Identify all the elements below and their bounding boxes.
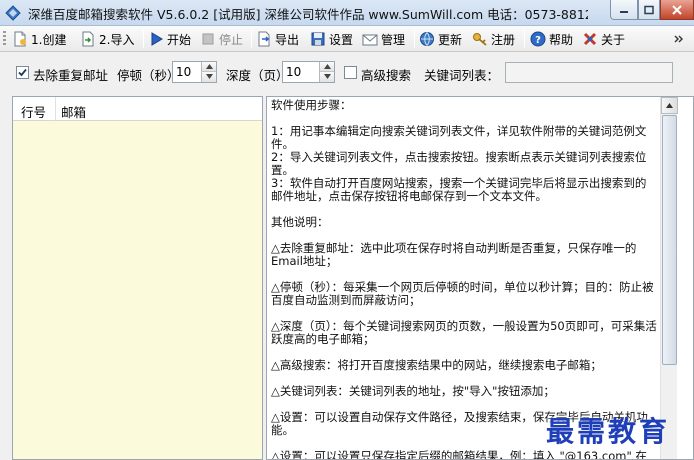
start-label: 开始 xyxy=(167,32,192,47)
arrow-up-icon xyxy=(206,64,213,69)
results-grid[interactable]: 行号 邮箱 xyxy=(12,96,263,460)
close-icon xyxy=(672,4,682,15)
instructions-line: 其他说明： xyxy=(271,215,329,229)
toolbar-separator xyxy=(524,30,525,48)
toolbar-separator xyxy=(414,30,415,48)
save-disk-icon xyxy=(311,32,325,46)
depth-increment[interactable] xyxy=(319,62,334,72)
column-divider[interactable] xyxy=(55,97,56,121)
update-button[interactable]: 更新 xyxy=(419,29,462,49)
toolbar: 1.创建 2.导入 开始 停止 导出 设置 管理 更新 注册 ? 帮助 关于 xyxy=(0,26,694,52)
watermark: 最需教育 xyxy=(528,408,694,460)
settings-label: 设置 xyxy=(329,32,354,47)
dedupe-checkbox[interactable] xyxy=(16,66,29,79)
stop-icon xyxy=(202,33,214,45)
import-label: 2.导入 xyxy=(99,32,135,47)
depth-decrement[interactable] xyxy=(319,72,334,82)
register-button[interactable]: 注册 xyxy=(472,29,515,49)
arrow-down-icon xyxy=(206,74,213,79)
about-button[interactable]: 关于 xyxy=(582,29,625,49)
instructions-line: △停顿（秒）：每采集一个网页后停顿的时间，单位以秒计算；目的：防止被百度自动监测… xyxy=(271,280,654,307)
arrow-up-icon xyxy=(666,103,673,108)
instructions-line: 邮件地址，点击保存按钮将电邮保存到一个文本文件。 xyxy=(271,189,547,203)
export-document-icon xyxy=(258,31,270,47)
instructions-line: △关键词列表：关键词列表的地址，按"导入"按钮添加； xyxy=(271,384,555,398)
dedupe-label: 去除重复邮址 xyxy=(33,68,109,83)
toolbar-separator xyxy=(251,30,252,48)
stop-button[interactable]: 停止 xyxy=(200,29,243,49)
stop-label: 停止 xyxy=(219,32,244,47)
maximize-button[interactable] xyxy=(638,0,660,20)
instructions-line: 2：导入关键词列表文件，点击搜索按钮。搜索断点表示关键词列表搜索位置。 xyxy=(271,150,647,177)
help-button[interactable]: ? 帮助 xyxy=(530,29,573,49)
pause-label: 停顿（秒） xyxy=(117,68,180,83)
instructions-panel[interactable]: 软件使用步骤： 1：用记事本编辑定向搜索关键词列表文件，详见软件附带的关键词范例文… xyxy=(266,96,694,460)
scrollbar-thumb[interactable] xyxy=(662,115,677,365)
instructions-text[interactable]: 软件使用步骤： 1：用记事本编辑定向搜索关键词列表文件，详见软件附带的关键词范例文… xyxy=(271,99,657,460)
help-icon: ? xyxy=(530,31,546,47)
register-label: 注册 xyxy=(491,32,516,47)
close-button[interactable] xyxy=(660,0,694,20)
manage-button[interactable]: 管理 xyxy=(362,29,405,49)
manage-label: 管理 xyxy=(381,32,406,47)
keyword-list-label: 关键词列表： xyxy=(424,68,500,83)
mail-icon xyxy=(362,34,378,46)
advanced-search-label: 高级搜索 xyxy=(361,68,412,83)
svg-text:?: ? xyxy=(535,35,541,46)
grid-header: 行号 邮箱 xyxy=(13,97,262,121)
checkmark-icon xyxy=(18,68,27,77)
instructions-line: 软件使用步骤： xyxy=(271,98,352,112)
instructions-line: △深度（页）：每个关键词搜索网页的页数，一般设置为50页即可，可采集活跃度高的电… xyxy=(271,319,657,346)
depth-label: 深度（页） xyxy=(226,68,289,83)
pause-decrement[interactable] xyxy=(201,72,216,82)
column-header-row-number[interactable]: 行号 xyxy=(21,102,46,121)
register-key-icon xyxy=(473,33,487,46)
minimize-icon xyxy=(620,10,628,13)
instructions-line: △去除重复邮址：选中此项在保存时将自动判断是否重复，只保存唯一的Email地址； xyxy=(271,241,637,268)
toolbar-grip[interactable] xyxy=(3,31,6,47)
maximize-icon xyxy=(644,5,654,14)
start-button[interactable]: 开始 xyxy=(148,29,191,49)
import-document-icon xyxy=(82,31,94,47)
globe-refresh-icon xyxy=(420,32,434,46)
arrow-down-icon xyxy=(324,74,331,79)
toolbar-overflow-icon[interactable] xyxy=(672,32,686,48)
new-document-icon xyxy=(14,31,26,47)
play-icon xyxy=(151,32,163,46)
help-label: 帮助 xyxy=(549,32,574,47)
create-button[interactable]: 1.创建 xyxy=(12,29,66,49)
instructions-line: △高级搜索：将打开百度搜索结果中的网站，继续搜索电子邮箱； xyxy=(271,358,602,372)
title-bar: 深维百度邮箱搜索软件 V5.6.0.2 [试用版] 深维公司软件作品 www.S… xyxy=(0,0,694,26)
toolbar-separator xyxy=(143,30,144,48)
settings-button[interactable]: 设置 xyxy=(310,29,353,49)
import-button[interactable]: 2.导入 xyxy=(80,29,134,49)
arrow-up-icon xyxy=(324,64,331,69)
depth-input[interactable] xyxy=(283,62,319,82)
export-button[interactable]: 导出 xyxy=(256,29,299,49)
minimize-button[interactable] xyxy=(610,0,638,20)
about-label: 关于 xyxy=(601,32,626,47)
advanced-search-checkbox[interactable] xyxy=(344,66,357,79)
instructions-line: 1：用记事本编辑定向搜索关键词列表文件，详见软件附带的关键词范例文件。 xyxy=(271,124,647,151)
scroll-up-button[interactable] xyxy=(661,97,678,114)
window-title: 深维百度邮箱搜索软件 V5.6.0.2 [试用版] 深维公司软件作品 www.S… xyxy=(28,7,588,22)
depth-stepper[interactable] xyxy=(282,61,335,83)
pause-increment[interactable] xyxy=(201,62,216,72)
update-label: 更新 xyxy=(438,32,463,47)
export-label: 导出 xyxy=(275,32,300,47)
vertical-scrollbar[interactable] xyxy=(660,97,678,459)
column-header-email[interactable]: 邮箱 xyxy=(61,102,86,121)
pause-input[interactable] xyxy=(173,62,201,82)
pause-stepper[interactable] xyxy=(172,61,217,83)
keyword-list-field[interactable] xyxy=(505,62,673,83)
watermark-text: 最需教育 xyxy=(546,415,671,448)
app-icon xyxy=(5,5,21,21)
create-label: 1.创建 xyxy=(31,32,67,47)
about-cross-icon xyxy=(583,32,597,46)
